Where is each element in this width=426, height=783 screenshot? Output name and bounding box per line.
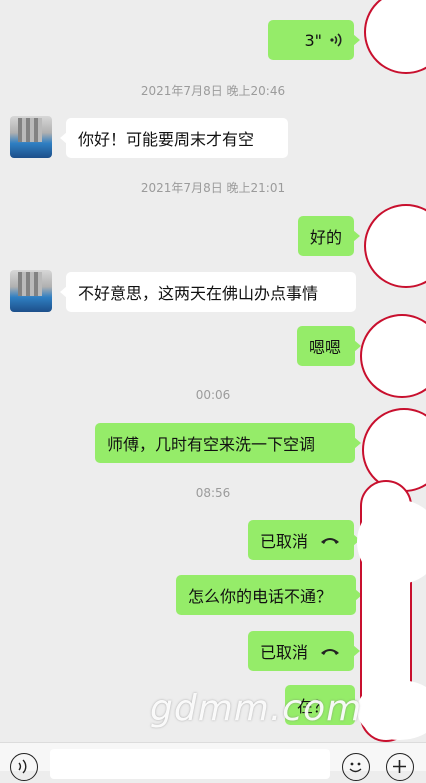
timestamp: 00:06 <box>195 388 231 402</box>
cancelled-call-message[interactable]: 已取消 <box>248 631 360 671</box>
phone-hangup-icon <box>320 535 340 545</box>
voice-input-icon[interactable] <box>10 753 38 781</box>
emoji-icon[interactable] <box>342 753 370 781</box>
avatar[interactable] <box>10 116 52 158</box>
plus-icon[interactable] <box>386 753 414 781</box>
cancelled-call-message[interactable]: 已取消 <box>248 520 360 560</box>
watermark: gdmm.com <box>150 688 363 729</box>
avatar[interactable] <box>10 270 52 312</box>
sent-message[interactable]: 嗯嗯 <box>297 326 361 366</box>
timestamp: 2021年7月8日 晚上21:01 <box>140 181 286 195</box>
voice-wave-icon <box>330 32 342 48</box>
phone-hangup-icon <box>320 646 340 656</box>
sent-message[interactable]: 怎么你的电话不通？ <box>176 575 362 615</box>
avatar-redaction <box>362 408 426 492</box>
message-input[interactable] <box>50 749 330 779</box>
voice-message[interactable]: 3" <box>268 20 360 60</box>
input-bar <box>0 742 426 781</box>
received-message[interactable]: 你好！可能要周末才有空 <box>60 118 288 158</box>
call-status-text: 已取消 <box>260 532 309 551</box>
call-status-text: 已取消 <box>260 643 309 662</box>
sent-message[interactable]: 师傅，几时有空来洗一下空调 <box>95 423 361 463</box>
sent-message[interactable]: 好的 <box>298 216 360 256</box>
avatar-redaction <box>360 314 426 398</box>
avatar-redaction <box>364 204 426 288</box>
received-message[interactable]: 不好意思，这两天在佛山办点事情 <box>60 272 356 312</box>
timestamp: 2021年7月8日 晚上20:46 <box>140 84 286 98</box>
avatar-redaction <box>364 0 426 74</box>
chat-area[interactable]: 3" 2021年7月8日 晚上20:46 你好！可能要周末才有空 2021年7月… <box>0 0 426 742</box>
voice-duration: 3" <box>304 30 322 50</box>
